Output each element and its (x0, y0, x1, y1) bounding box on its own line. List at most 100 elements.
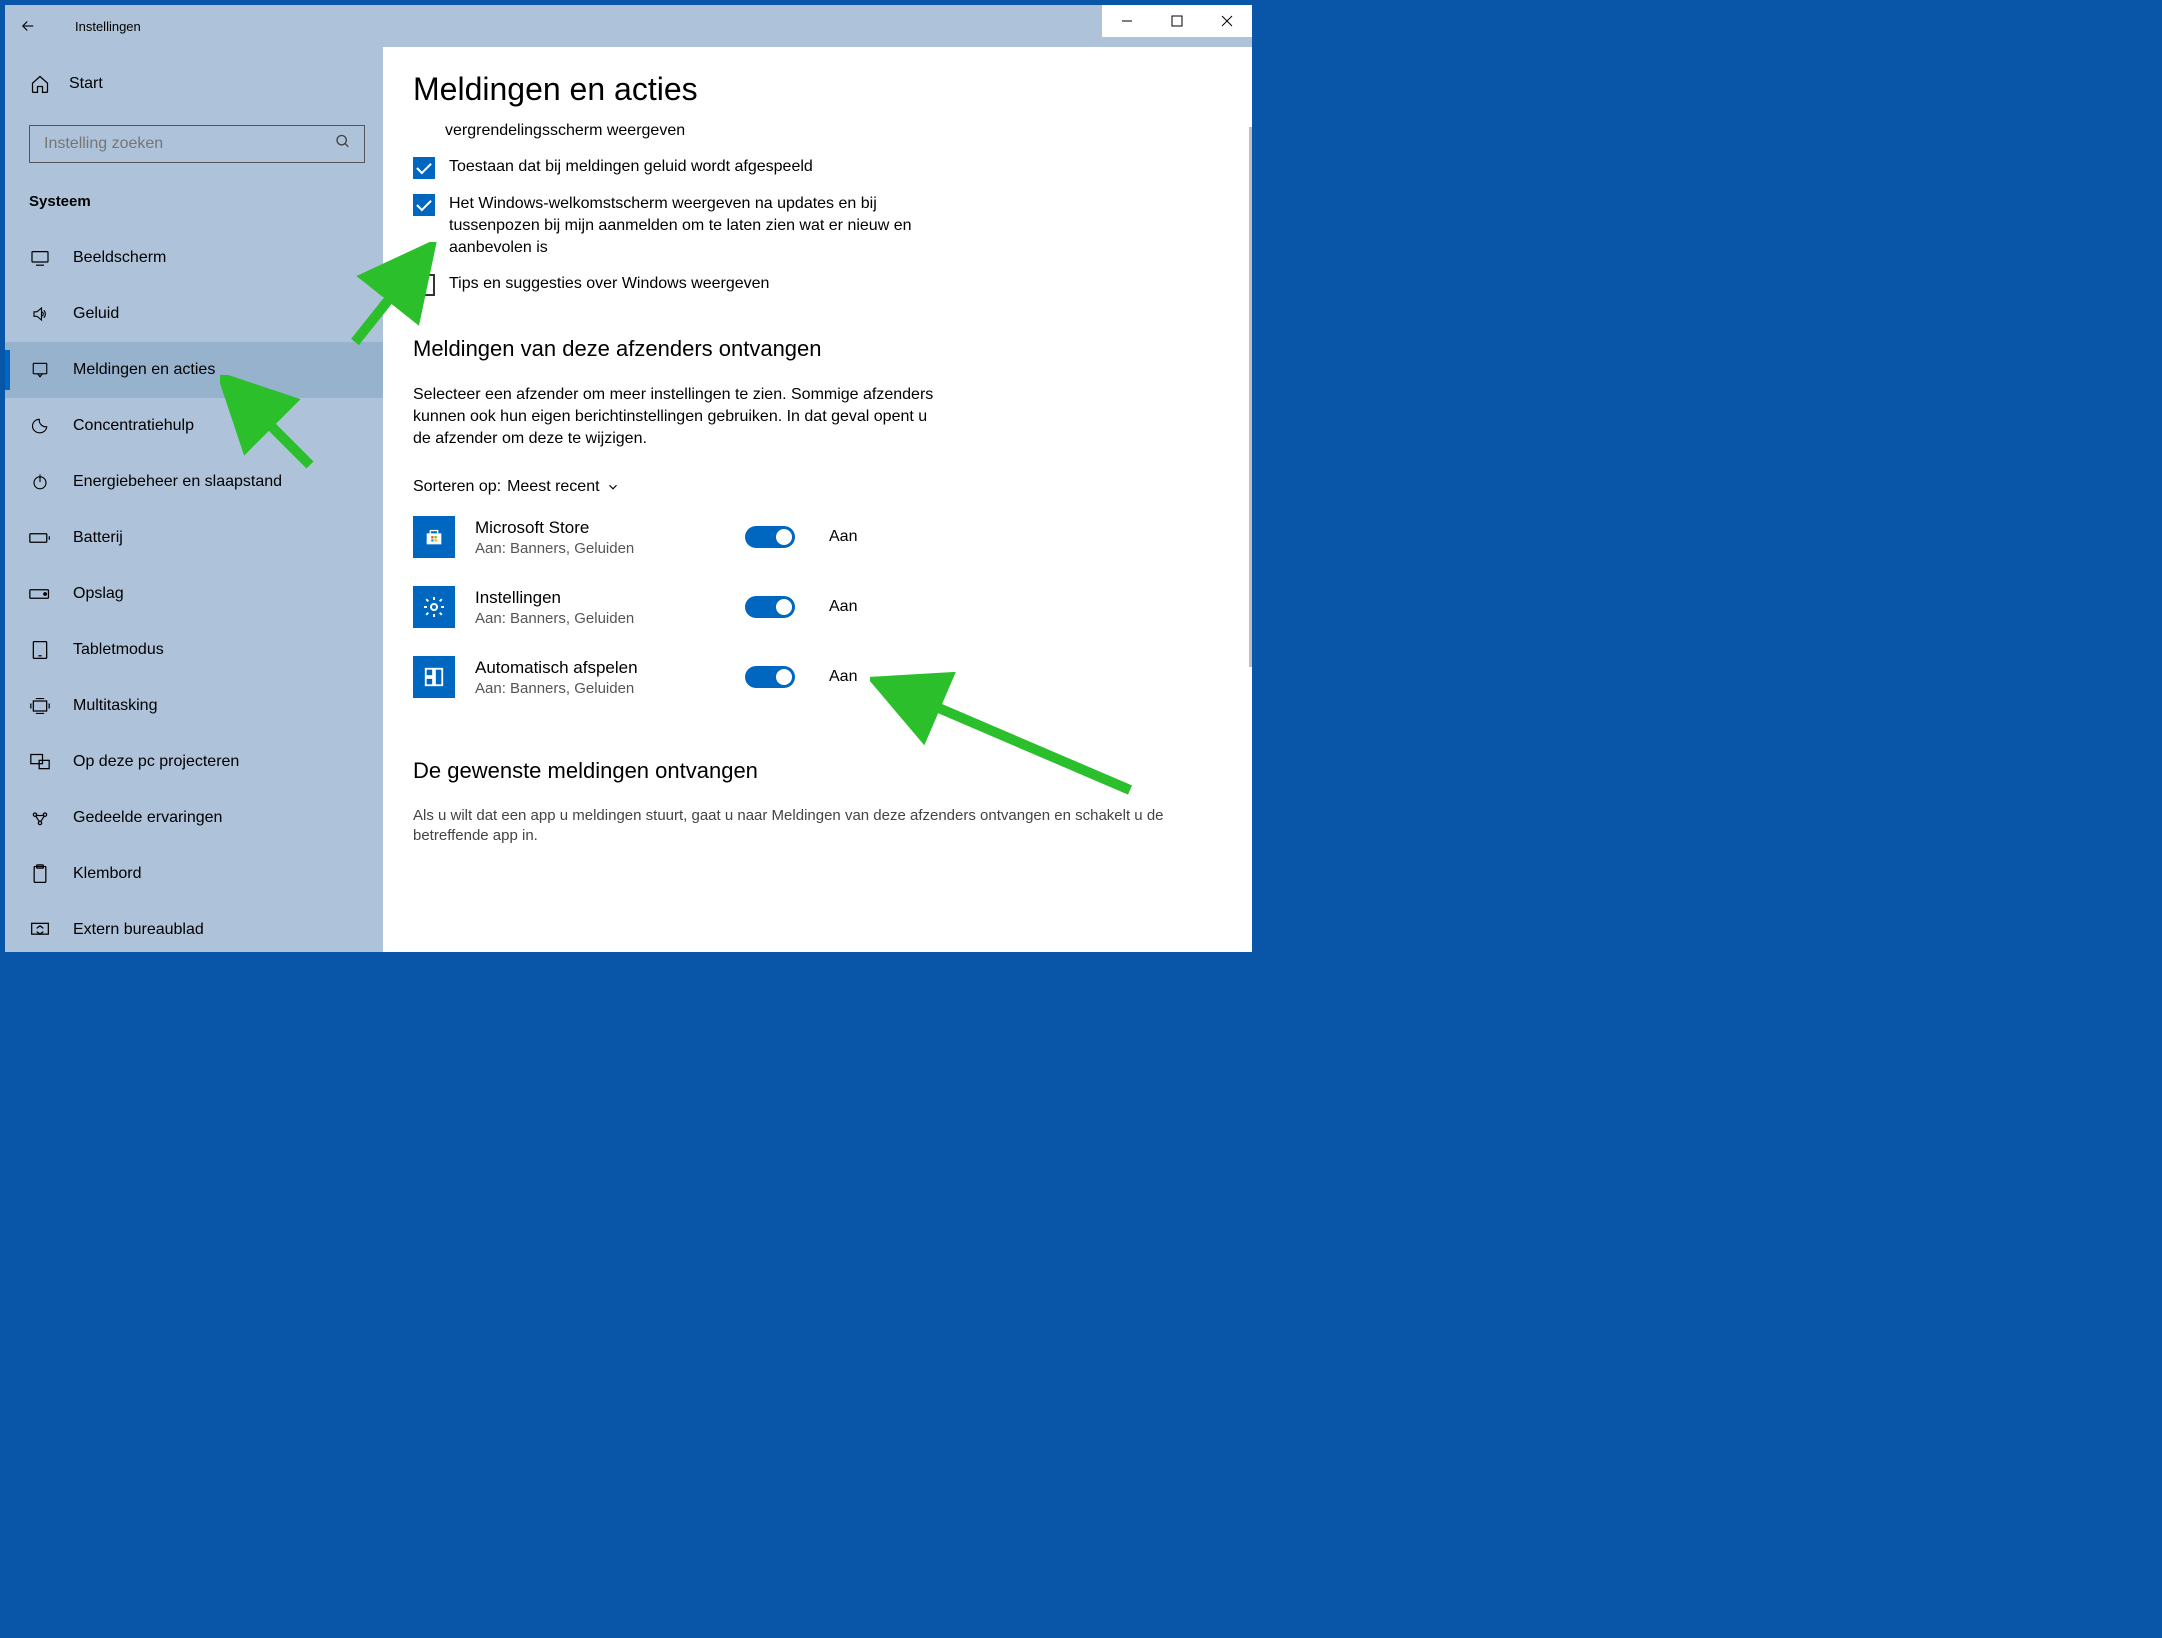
sidebar-item-tablet[interactable]: Tabletmodus (5, 622, 383, 678)
shared-icon (29, 809, 51, 827)
sender-sub: Aan: Banners, Geluiden (475, 540, 725, 557)
checkbox-label: Tips en suggesties over Windows weergeve… (449, 273, 769, 295)
maximize-button[interactable] (1152, 5, 1202, 37)
sidebar-item-label: Concentratiehulp (73, 417, 194, 435)
senders-heading: Meldingen van deze afzenders ontvangen (413, 336, 1232, 362)
toggle-state: Aan (829, 668, 857, 686)
checkbox-row-welcome: Het Windows-welkomstscherm weergeven na … (413, 193, 953, 259)
back-arrow-icon (19, 17, 37, 35)
sidebar-item-label: Batterij (73, 529, 123, 547)
checkbox-label: Het Windows-welkomstscherm weergeven na … (449, 193, 953, 259)
sidebar-item-sound[interactable]: Geluid (5, 286, 383, 342)
content-area: Start Systeem Beeldscherm Geluid (5, 47, 1252, 952)
sender-name: Microsoft Store (475, 518, 725, 538)
sidebar-item-storage[interactable]: Opslag (5, 566, 383, 622)
settings-window: Instellingen Start (5, 5, 1252, 952)
sort-label: Sorteren op: (413, 478, 501, 496)
sender-name: Automatisch afspelen (475, 658, 725, 678)
window-controls (1102, 5, 1252, 37)
sidebar-item-clipboard[interactable]: Klembord (5, 846, 383, 902)
category-label: Systeem (5, 183, 383, 230)
toggle-state: Aan (829, 598, 857, 616)
power-icon (29, 473, 51, 491)
sidebar-item-label: Beeldscherm (73, 249, 166, 267)
sidebar-item-shared[interactable]: Gedeelde ervaringen (5, 790, 383, 846)
remote-icon (29, 921, 51, 939)
store-icon (413, 516, 455, 558)
sidebar-item-power[interactable]: Energiebeheer en slaapstand (5, 454, 383, 510)
sidebar-item-remote[interactable]: Extern bureaublad (5, 902, 383, 952)
sidebar-item-label: Gedeelde ervaringen (73, 809, 222, 827)
toggle-state: Aan (829, 528, 857, 546)
sender-sub: Aan: Banners, Geluiden (475, 680, 725, 697)
checkbox-welcome[interactable] (413, 194, 435, 216)
clipboard-icon (29, 864, 51, 884)
window-title: Instellingen (75, 19, 141, 34)
project-icon (29, 753, 51, 771)
senders-description: Selecteer een afzender om meer instellin… (413, 384, 943, 450)
search-icon (335, 134, 351, 155)
gear-icon (413, 586, 455, 628)
sidebar-item-label: Geluid (73, 305, 119, 323)
sidebar-item-multitasking[interactable]: Multitasking (5, 678, 383, 734)
desired-heading: De gewenste meldingen ontvangen (413, 758, 1232, 784)
close-icon (1221, 15, 1233, 27)
checkbox-row-tips: Tips en suggesties over Windows weergeve… (413, 273, 953, 296)
checkbox-row-lockscreen: vergrendelingsscherm weergeven (413, 120, 953, 142)
checkbox-label: Toestaan dat bij meldingen geluid wordt … (449, 156, 813, 178)
minimize-button[interactable] (1102, 5, 1152, 37)
checkbox-row-sound: Toestaan dat bij meldingen geluid wordt … (413, 156, 953, 179)
battery-icon (29, 531, 51, 545)
storage-icon (29, 588, 51, 600)
sidebar-item-label: Energiebeheer en slaapstand (73, 473, 282, 491)
sender-row-settings[interactable]: Instellingen Aan: Banners, Geluiden Aan (413, 586, 1232, 628)
sidebar-item-label: Meldingen en acties (73, 361, 215, 379)
close-button[interactable] (1202, 5, 1252, 37)
sender-row-store[interactable]: Microsoft Store Aan: Banners, Geluiden A… (413, 516, 1232, 558)
home-label: Start (69, 75, 103, 93)
sidebar-item-display[interactable]: Beeldscherm (5, 230, 383, 286)
minimize-icon (1121, 15, 1133, 27)
sidebar-item-notifications[interactable]: Meldingen en acties (5, 342, 383, 398)
sidebar-item-battery[interactable]: Batterij (5, 510, 383, 566)
sidebar-item-project[interactable]: Op deze pc projecteren (5, 734, 383, 790)
grid-icon (413, 656, 455, 698)
sidebar-item-label: Multitasking (73, 697, 157, 715)
multitasking-icon (29, 698, 51, 714)
sound-icon (29, 305, 51, 323)
sender-name: Instellingen (475, 588, 725, 608)
sidebar-item-label: Opslag (73, 585, 124, 603)
page-title: Meldingen en acties (413, 71, 1232, 108)
sidebar-item-label: Extern bureaublad (73, 921, 204, 939)
sidebar-item-label: Tabletmodus (73, 641, 164, 659)
toggle-autoplay[interactable] (745, 666, 795, 688)
titlebar: Instellingen (5, 5, 1252, 47)
sender-sub: Aan: Banners, Geluiden (475, 610, 725, 627)
maximize-icon (1171, 15, 1183, 27)
display-icon (29, 250, 51, 266)
sort-value: Meest recent (507, 478, 599, 496)
toggle-settings[interactable] (745, 596, 795, 618)
sidebar-item-label: Klembord (73, 865, 141, 883)
home-button[interactable]: Start (5, 59, 383, 109)
chevron-down-icon (606, 480, 620, 494)
sort-control[interactable]: Sorteren op: Meest recent (413, 478, 1232, 496)
sender-row-autoplay[interactable]: Automatisch afspelen Aan: Banners, Gelui… (413, 656, 1232, 698)
home-icon (29, 74, 51, 94)
tablet-icon (29, 640, 51, 660)
moon-icon (29, 417, 51, 435)
back-button[interactable] (5, 5, 51, 47)
checkbox-tips[interactable] (413, 274, 435, 296)
nav-list: Beeldscherm Geluid Meldingen en acties C… (5, 230, 383, 952)
sidebar-item-focus[interactable]: Concentratiehulp (5, 398, 383, 454)
main-content: Meldingen en acties vergrendelingsscherm… (383, 47, 1252, 952)
sidebar: Start Systeem Beeldscherm Geluid (5, 47, 383, 952)
toggle-store[interactable] (745, 526, 795, 548)
notification-icon (29, 361, 51, 379)
checkbox-label: vergrendelingsscherm weergeven (445, 120, 685, 142)
scrollbar[interactable] (1249, 127, 1252, 667)
checkbox-sound[interactable] (413, 157, 435, 179)
sidebar-item-label: Op deze pc projecteren (73, 753, 239, 771)
search-input[interactable] (29, 125, 365, 163)
desired-description: Als u wilt dat een app u meldingen stuur… (413, 806, 1232, 846)
